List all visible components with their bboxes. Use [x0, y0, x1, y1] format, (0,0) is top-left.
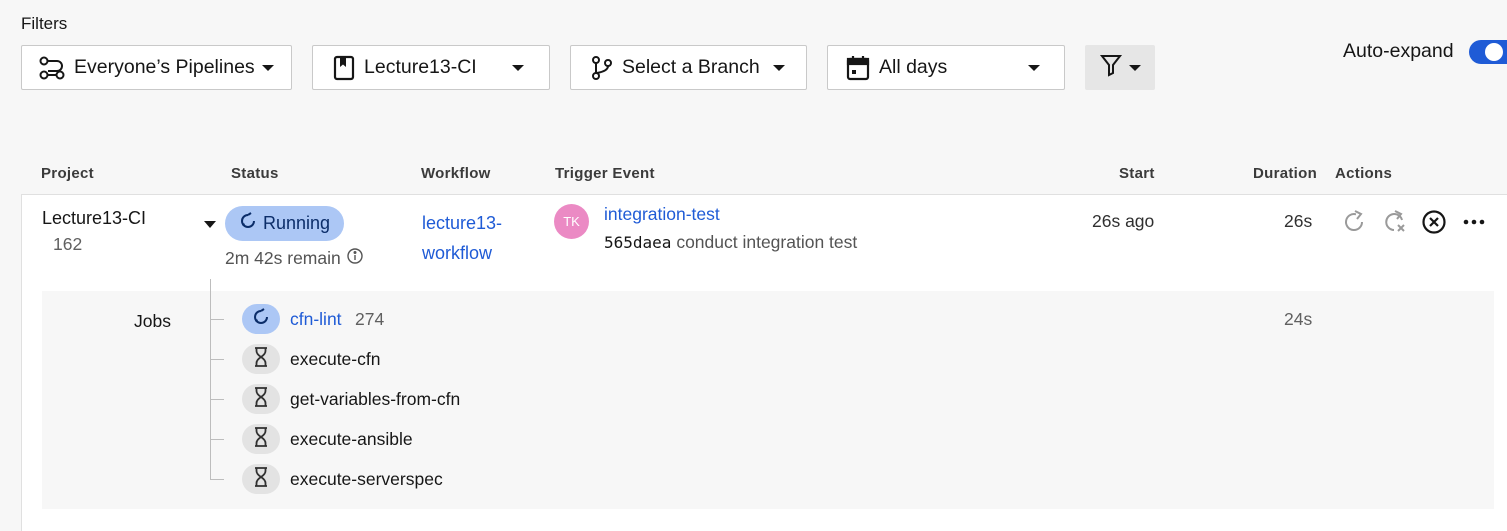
chevron-down-icon [261, 64, 274, 71]
chevron-down-icon [772, 64, 785, 71]
branch-filter-label: Select a Branch [622, 56, 760, 78]
remaining-time: 2m 42s remain [225, 248, 363, 269]
rerun-failed-button[interactable] [1380, 209, 1408, 240]
auto-expand-toggle[interactable] [1469, 40, 1507, 64]
project-filter-button[interactable]: Lecture13-CI [312, 45, 550, 90]
workflow-link-line1: lecture13- [422, 213, 503, 233]
avatar: TK [554, 204, 589, 239]
funnel-icon [1099, 53, 1123, 82]
days-filter-label: All days [879, 56, 948, 78]
workflow-link-line2: workflow [422, 243, 493, 263]
project-filter-label: Lecture13-CI [364, 56, 477, 78]
job-name: get-variables-from-cfn [290, 389, 461, 409]
commit-message: conduct integration test [676, 232, 858, 252]
more-icon [1461, 209, 1487, 240]
auto-expand-label: Auto-expand [1343, 40, 1454, 62]
running-icon [252, 307, 270, 331]
tree-line [210, 279, 211, 479]
filters-title: Filters [21, 14, 68, 33]
pipelines-icon [38, 55, 66, 81]
status-badge[interactable]: Running [225, 206, 344, 241]
pipelines-filter-button[interactable]: Everyone’s Pipelines [21, 45, 292, 90]
cancel-icon [1421, 209, 1447, 240]
info-icon[interactable] [347, 248, 363, 269]
jobs-label: Jobs [134, 311, 171, 331]
cancel-button[interactable] [1420, 209, 1448, 240]
advanced-filter-button[interactable] [1085, 45, 1155, 90]
branch-filter-button[interactable]: Select a Branch [570, 45, 807, 90]
job-status-badge[interactable] [242, 304, 280, 334]
job-status-badge [242, 424, 280, 454]
column-header-trigger: Trigger Event [555, 165, 655, 182]
more-options-button[interactable] [1460, 210, 1488, 238]
days-filter-button[interactable]: All days [827, 45, 1065, 90]
job-name-link[interactable]: cfn-lint [290, 309, 342, 330]
tree-branch [210, 359, 224, 360]
hourglass-icon [254, 346, 268, 372]
job-name: execute-serverspec [290, 469, 443, 489]
tree-branch [210, 399, 224, 400]
column-header-status: Status [231, 165, 279, 182]
job-name: execute-cfn [290, 349, 381, 369]
job-status-badge [242, 384, 280, 414]
tree-branch [210, 439, 224, 440]
workflow-link[interactable]: lecture13- workflow [422, 208, 532, 268]
running-icon [239, 212, 257, 235]
project-name[interactable]: Lecture13-CI [42, 208, 146, 229]
calendar-icon [846, 55, 870, 81]
remaining-text: 2m 42s remain [225, 248, 341, 268]
job-number: 274 [355, 309, 385, 329]
pipelines-filter-label: Everyone’s Pipelines [74, 56, 255, 78]
job-status-badge [242, 344, 280, 374]
chevron-down-icon [512, 64, 524, 71]
column-header-start: Start [1119, 165, 1155, 182]
commit-hash[interactable]: 565daea [604, 233, 671, 252]
hourglass-icon [254, 466, 268, 492]
job-duration: 24s [1284, 309, 1313, 329]
pipeline-duration: 26s [1284, 211, 1313, 231]
trigger-link[interactable]: integration-test [604, 204, 720, 225]
bookmark-icon [333, 55, 355, 81]
chevron-down-icon [1028, 64, 1040, 71]
column-header-duration: Duration [1253, 165, 1318, 182]
column-header-project: Project [41, 165, 94, 182]
tree-branch [210, 479, 224, 480]
collapse-caret-icon[interactable] [204, 221, 216, 228]
job-name: execute-ansible [290, 429, 413, 449]
start-time: 26s ago [1092, 211, 1155, 231]
status-label: Running [263, 213, 331, 233]
rerun-failed-icon [1381, 209, 1407, 240]
pipeline-number: 162 [53, 234, 83, 254]
column-header-actions: Actions [1335, 165, 1393, 182]
rerun-icon [1341, 209, 1367, 240]
column-header-workflow: Workflow [421, 165, 491, 182]
chevron-down-icon [1129, 64, 1141, 71]
job-status-badge [242, 464, 280, 494]
hourglass-icon [254, 386, 268, 412]
commit-info: 565daea conduct integration test [604, 232, 857, 253]
toggle-knob [1485, 43, 1503, 61]
tree-branch [210, 319, 224, 320]
rerun-button[interactable] [1340, 209, 1368, 240]
hourglass-icon [254, 426, 268, 452]
branch-icon [591, 55, 613, 81]
